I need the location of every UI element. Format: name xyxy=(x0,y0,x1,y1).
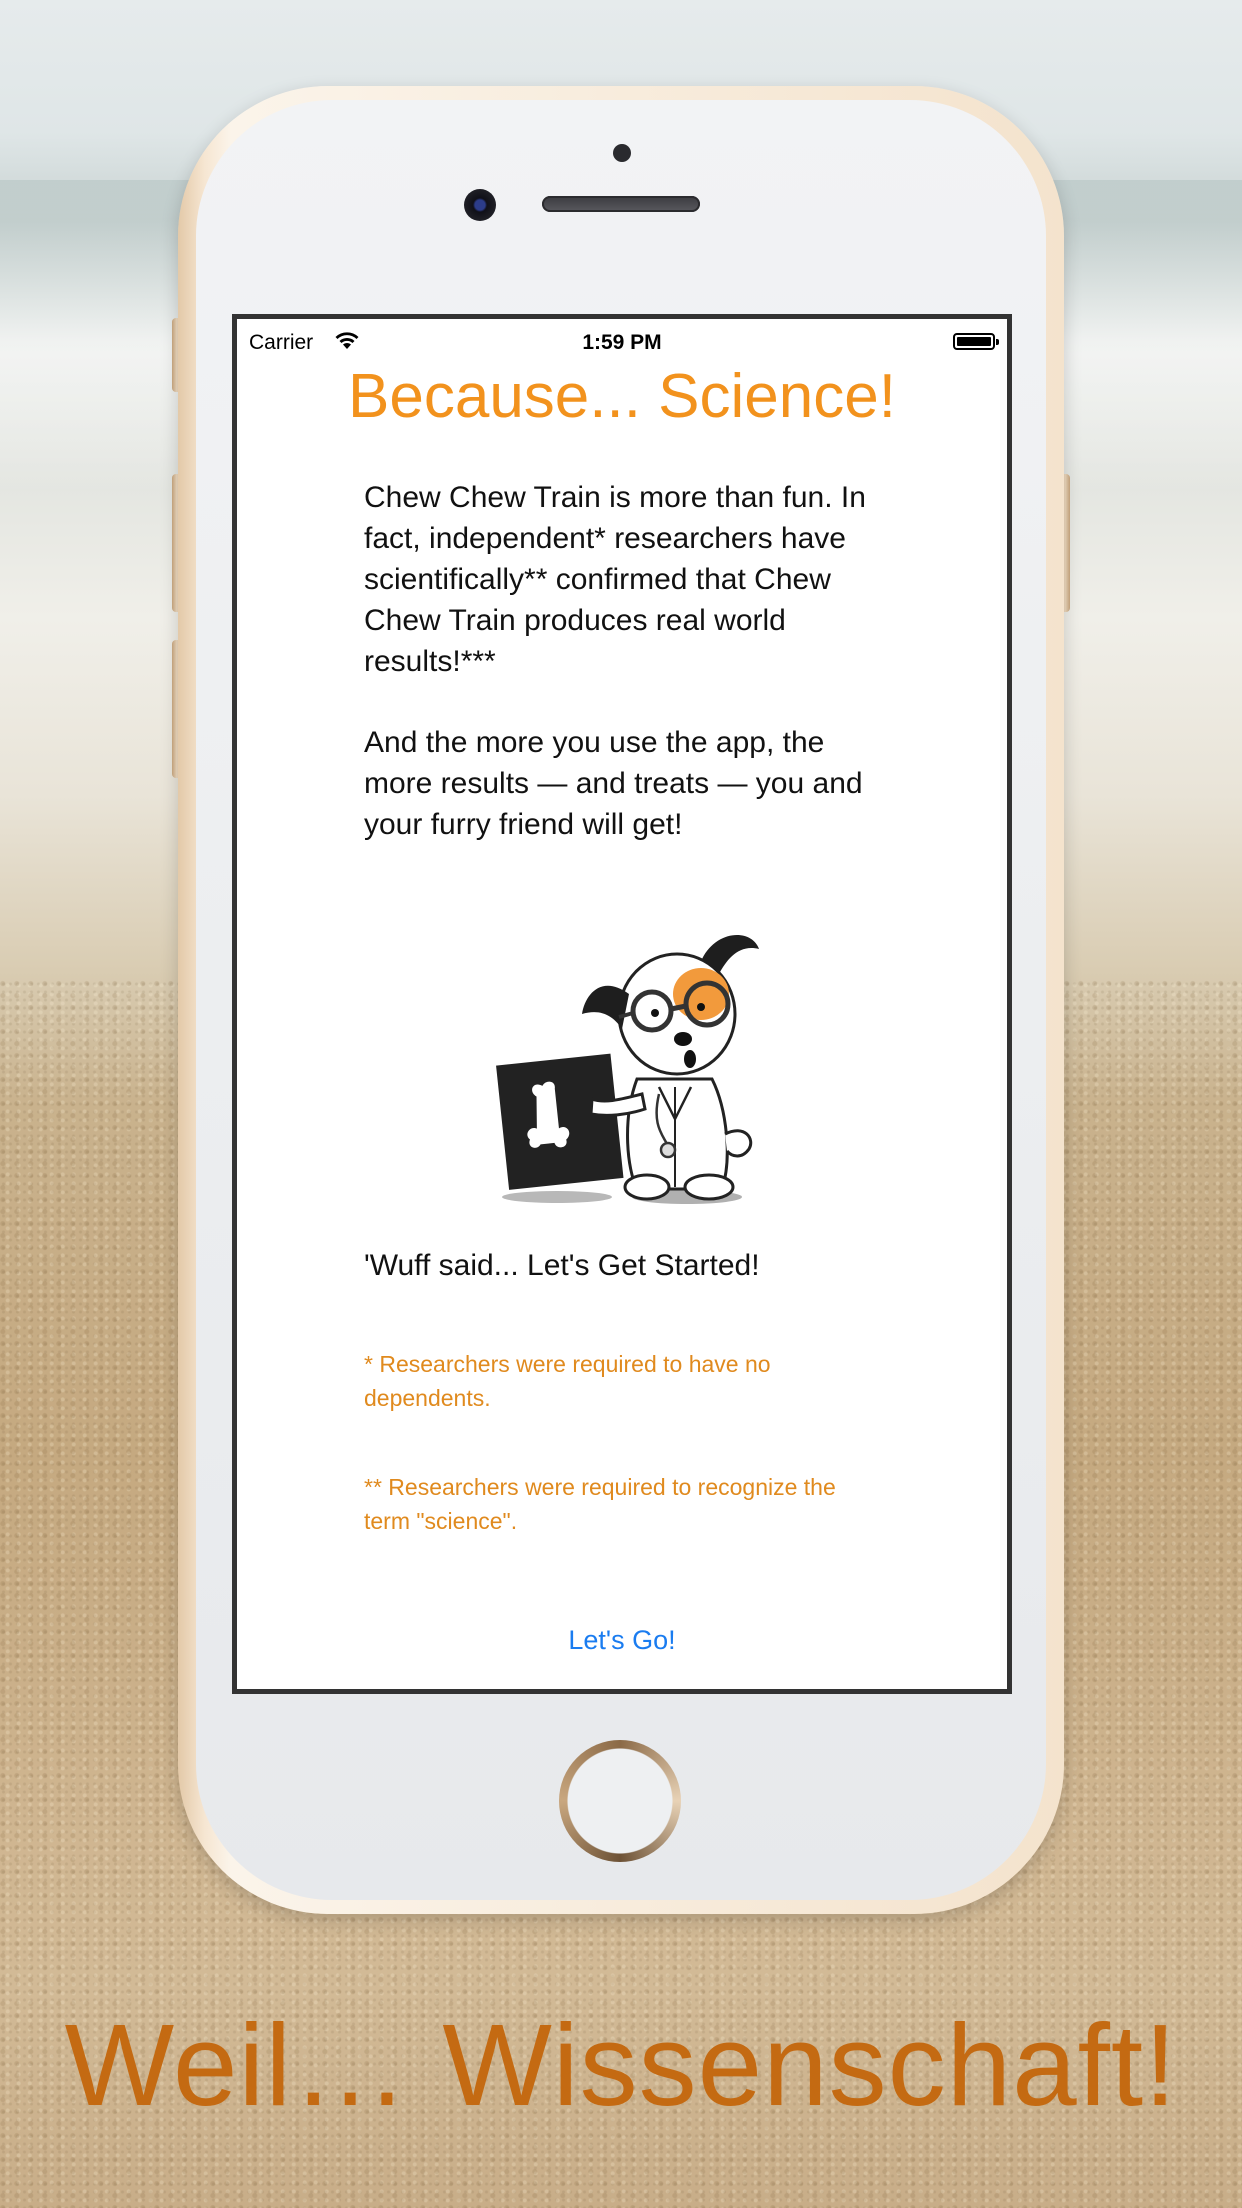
status-time: 1:59 PM xyxy=(582,331,662,354)
app-screen: Carrier 1:59 PM Because... Science! Chew… xyxy=(232,314,1012,1694)
get-started-text: 'Wuff said... Let's Get Started! xyxy=(364,1249,760,1282)
earpiece-speaker xyxy=(542,196,700,212)
footnote-researchers: * Researchers were required to have no d… xyxy=(364,1351,771,1411)
proximity-sensor xyxy=(613,144,631,162)
footnote-science: ** Researchers were required to recogniz… xyxy=(364,1474,836,1534)
promo-caption: Weil… Wissenschaft! xyxy=(64,2000,1178,2130)
front-camera-icon xyxy=(464,189,496,221)
dog-scientist-illustration xyxy=(496,935,759,1204)
intro-paragraph: Chew Chew Train is more than fun. In fac… xyxy=(364,481,866,678)
results-paragraph: And the more you use the app, the more r… xyxy=(364,726,863,841)
battery-icon xyxy=(953,333,999,350)
home-button[interactable] xyxy=(559,1740,681,1862)
lets-go-button[interactable]: Let's Go! xyxy=(237,1625,1007,1656)
page-title: Because... Science! xyxy=(348,362,896,431)
status-bar: Carrier 1:59 PM xyxy=(237,319,1007,361)
